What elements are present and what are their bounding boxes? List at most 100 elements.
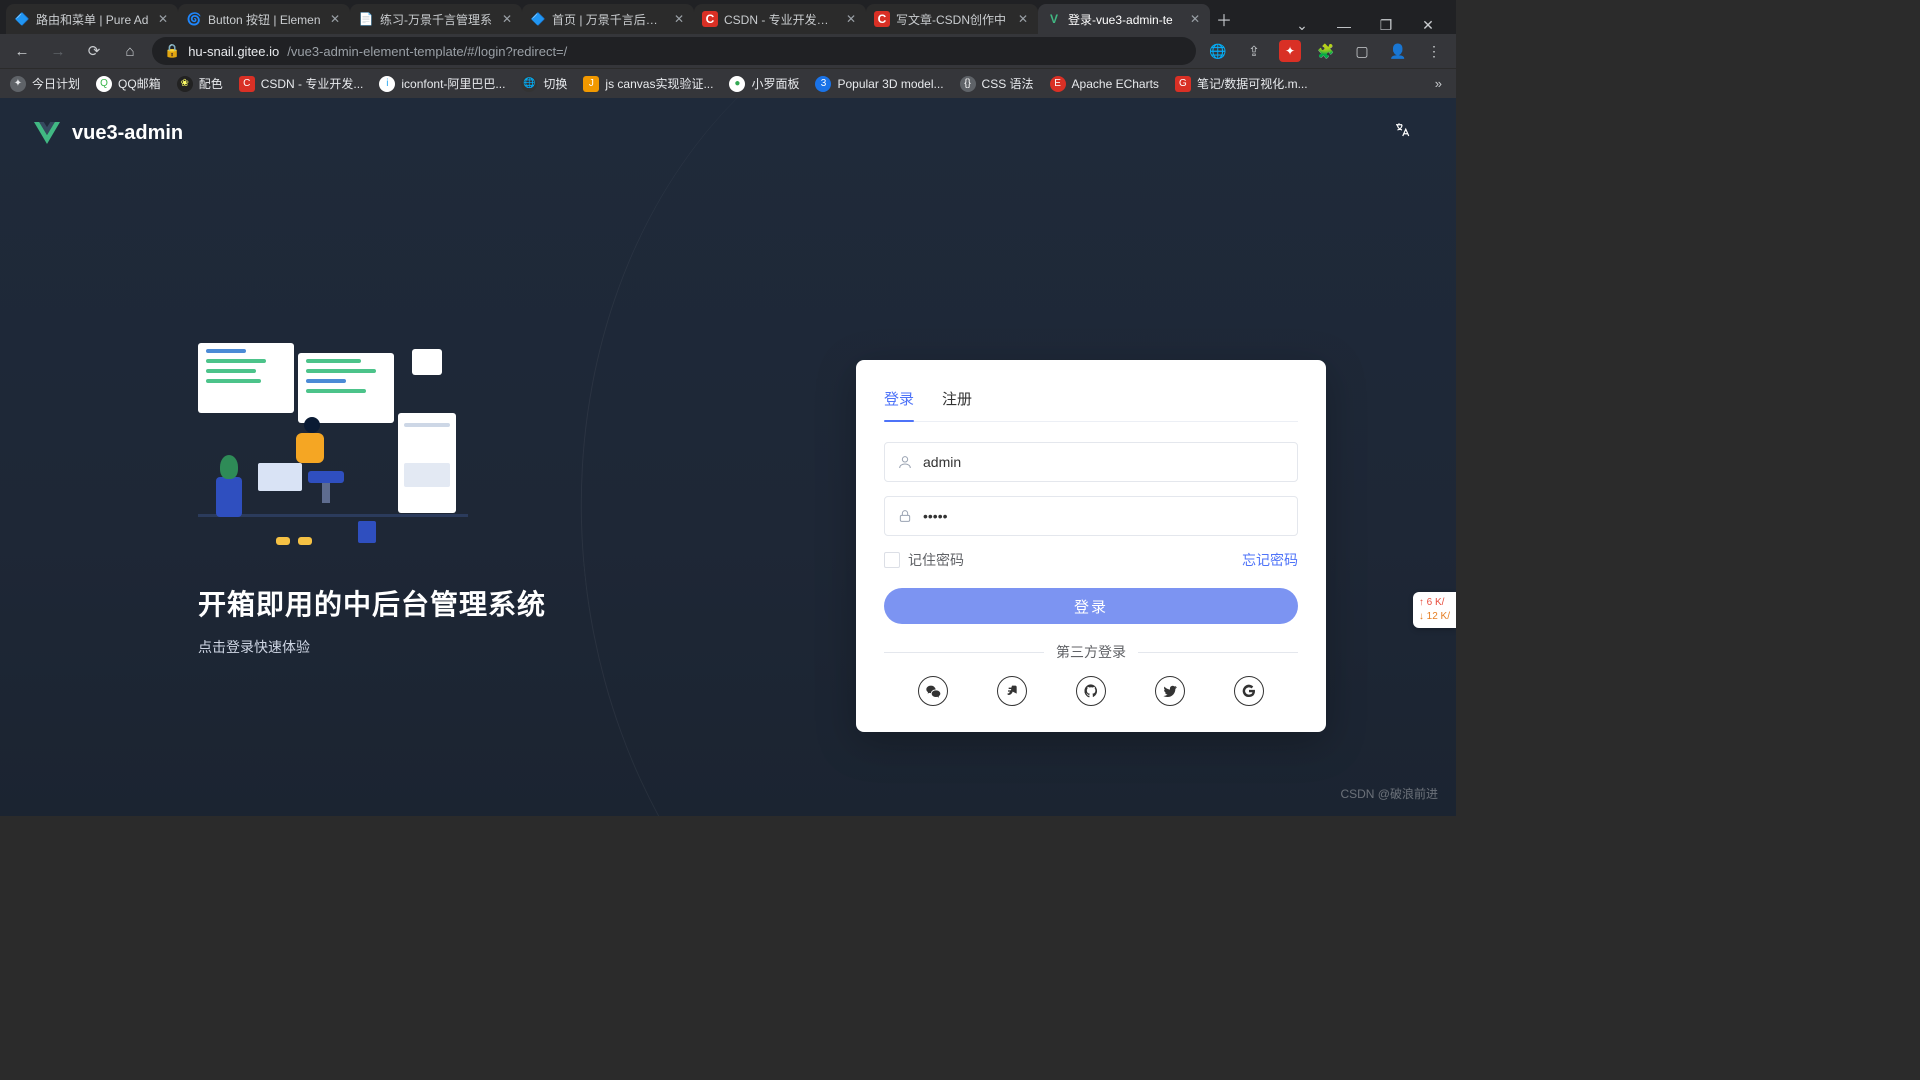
- kebab-menu-icon[interactable]: ⋮: [1420, 37, 1448, 65]
- new-tab-button[interactable]: ＋: [1210, 4, 1238, 34]
- language-button[interactable]: [1388, 116, 1416, 144]
- profile-icon[interactable]: 👤: [1384, 37, 1412, 65]
- dropdown-icon[interactable]: ⌄: [1290, 17, 1314, 34]
- social-logins: [884, 676, 1298, 706]
- address-bar[interactable]: 🔒 hu-snail.gitee.io/vue3-admin-element-t…: [152, 37, 1196, 65]
- tab-6[interactable]: V登录-vue3-admin-te✕: [1038, 4, 1210, 34]
- share-icon[interactable]: ⇪: [1240, 37, 1268, 65]
- tab-3[interactable]: 🔷首页 | 万景千言后台管✕: [522, 4, 694, 34]
- download-speed: ↓ 12 K/: [1419, 610, 1450, 624]
- close-icon[interactable]: ✕: [846, 12, 858, 26]
- bookmark-overflow-icon[interactable]: »: [1435, 76, 1446, 91]
- close-window-icon[interactable]: ✕: [1416, 17, 1440, 34]
- bookmark-icon: i: [379, 76, 395, 92]
- lock-icon: [897, 508, 913, 524]
- checkbox-box: [884, 552, 900, 568]
- bookmarks-bar: ✦ 今日计划 Q QQ邮箱 ❀配色 CCSDN - 专业开发... iiconfon…: [0, 68, 1456, 98]
- browser-chrome: 🔷路由和菜单 | Pure Ad✕ 🌀Button 按钮 | Elemen✕ 📄…: [0, 0, 1456, 98]
- bookmark-icon: 3: [815, 76, 831, 92]
- username-input[interactable]: [923, 454, 1285, 470]
- tab-5[interactable]: C写文章-CSDN创作中✕: [866, 4, 1038, 34]
- wechat-icon: [925, 683, 941, 699]
- bookmark-label: Apache ECharts: [1072, 77, 1159, 91]
- extensions-icon[interactable]: 🧩: [1312, 37, 1340, 65]
- tab-2[interactable]: 📄练习-万景千言管理系✕: [350, 4, 522, 34]
- login-card: 登录 注册 记住密码 忘记密码 登录 第三方登录: [856, 360, 1326, 732]
- lock-icon: 🔒: [164, 43, 180, 59]
- bookmark-label: QQ邮箱: [118, 75, 161, 92]
- bookmark-1[interactable]: Q QQ邮箱: [96, 75, 161, 92]
- bookmark-label: js canvas实现验证...: [605, 75, 713, 92]
- bookmark-5[interactable]: 🌐切换: [521, 75, 567, 92]
- user-icon: [897, 454, 913, 470]
- login-button[interactable]: 登录: [884, 588, 1298, 624]
- tab-4[interactable]: CCSDN - 专业开发者社✕: [694, 4, 866, 34]
- username-field[interactable]: [884, 442, 1298, 482]
- social-github[interactable]: [1076, 676, 1106, 706]
- bookmark-4[interactable]: iiconfont-阿里巴巴...: [379, 75, 505, 92]
- tab-login[interactable]: 登录: [884, 384, 914, 421]
- bookmark-label: 笔记/数据可视化.m...: [1197, 75, 1308, 92]
- left-pane: 开箱即用的中后台管理系统 点击登录快速体验: [198, 343, 578, 657]
- translate-icon[interactable]: 🌐: [1204, 37, 1232, 65]
- home-button[interactable]: ⌂: [116, 37, 144, 65]
- bookmark-7[interactable]: ● 小罗面板: [729, 75, 799, 92]
- tab-title: CSDN - 专业开发者社: [724, 11, 840, 28]
- social-google[interactable]: [1234, 676, 1264, 706]
- bookmark-0[interactable]: ✦ 今日计划: [10, 75, 80, 92]
- favicon: 📄: [358, 11, 374, 27]
- bookmark-label: 今日计划: [32, 75, 80, 92]
- back-button[interactable]: ←: [8, 37, 36, 65]
- bookmark-icon: G: [1175, 76, 1191, 92]
- favicon: 🔷: [530, 11, 546, 27]
- vue-logo-icon: [34, 120, 60, 146]
- close-icon[interactable]: ✕: [674, 12, 686, 26]
- social-alipay[interactable]: [997, 676, 1027, 706]
- social-twitter[interactable]: [1155, 676, 1185, 706]
- bookmark-label: 配色: [199, 75, 223, 92]
- bookmark-icon: ●: [729, 76, 745, 92]
- social-wechat[interactable]: [918, 676, 948, 706]
- bookmark-3[interactable]: CCSDN - 专业开发...: [239, 75, 364, 92]
- maximize-icon[interactable]: ❐: [1374, 17, 1398, 34]
- bookmark-icon: ✦: [10, 76, 26, 92]
- toolbar-right: 🌐 ⇪ ✦ 🧩 ▢ 👤 ⋮: [1204, 37, 1448, 65]
- tab-1[interactable]: 🌀Button 按钮 | Elemen✕: [178, 4, 350, 34]
- close-icon[interactable]: ✕: [330, 12, 342, 26]
- bookmark-6[interactable]: Jjs canvas实现验证...: [583, 75, 713, 92]
- window-controls: ⌄ ― ❐ ✕: [1290, 17, 1450, 34]
- tab-title: Button 按钮 | Elemen: [208, 11, 324, 28]
- bookmark-11[interactable]: G 笔记/数据可视化.m...: [1175, 75, 1308, 92]
- extension-badge[interactable]: ✦: [1276, 37, 1304, 65]
- close-icon[interactable]: ✕: [502, 12, 514, 26]
- bookmark-label: Popular 3D model...: [837, 77, 943, 91]
- bookmark-icon: E: [1050, 76, 1066, 92]
- reload-button[interactable]: ⟳: [80, 37, 108, 65]
- tab-0[interactable]: 🔷路由和菜单 | Pure Ad✕: [6, 4, 178, 34]
- bookmark-icon: J: [583, 76, 599, 92]
- bookmark-label: CSDN - 专业开发...: [261, 75, 364, 92]
- close-icon[interactable]: ✕: [158, 12, 170, 26]
- tab-title: 登录-vue3-admin-te: [1068, 11, 1184, 28]
- bookmark-10[interactable]: E Apache ECharts: [1050, 76, 1159, 92]
- url-host: hu-snail.gitee.io: [188, 44, 279, 59]
- password-field[interactable]: [884, 496, 1298, 536]
- forward-button[interactable]: →: [44, 37, 72, 65]
- remember-checkbox[interactable]: 记住密码: [884, 550, 964, 570]
- tab-register[interactable]: 注册: [942, 384, 972, 421]
- bookmark-label: 切换: [543, 75, 567, 92]
- forgot-password-link[interactable]: 忘记密码: [1242, 550, 1298, 570]
- bookmark-icon: Q: [96, 76, 112, 92]
- close-icon[interactable]: ✕: [1018, 12, 1030, 26]
- bookmark-8[interactable]: 3 Popular 3D model...: [815, 76, 943, 92]
- thirdparty-divider: 第三方登录: [884, 642, 1298, 662]
- bookmark-2[interactable]: ❀配色: [177, 75, 223, 92]
- sidepanel-icon[interactable]: ▢: [1348, 37, 1376, 65]
- password-input[interactable]: [923, 508, 1285, 524]
- bookmark-9[interactable]: {}CSS 语法: [960, 75, 1034, 92]
- tab-strip: 🔷路由和菜单 | Pure Ad✕ 🌀Button 按钮 | Elemen✕ 📄…: [0, 0, 1456, 34]
- network-widget[interactable]: ↑ 6 K/ ↓ 12 K/: [1413, 592, 1456, 628]
- minimize-icon[interactable]: ―: [1332, 18, 1356, 34]
- bookmark-label: 小罗面板: [751, 75, 799, 92]
- close-icon[interactable]: ✕: [1190, 12, 1202, 26]
